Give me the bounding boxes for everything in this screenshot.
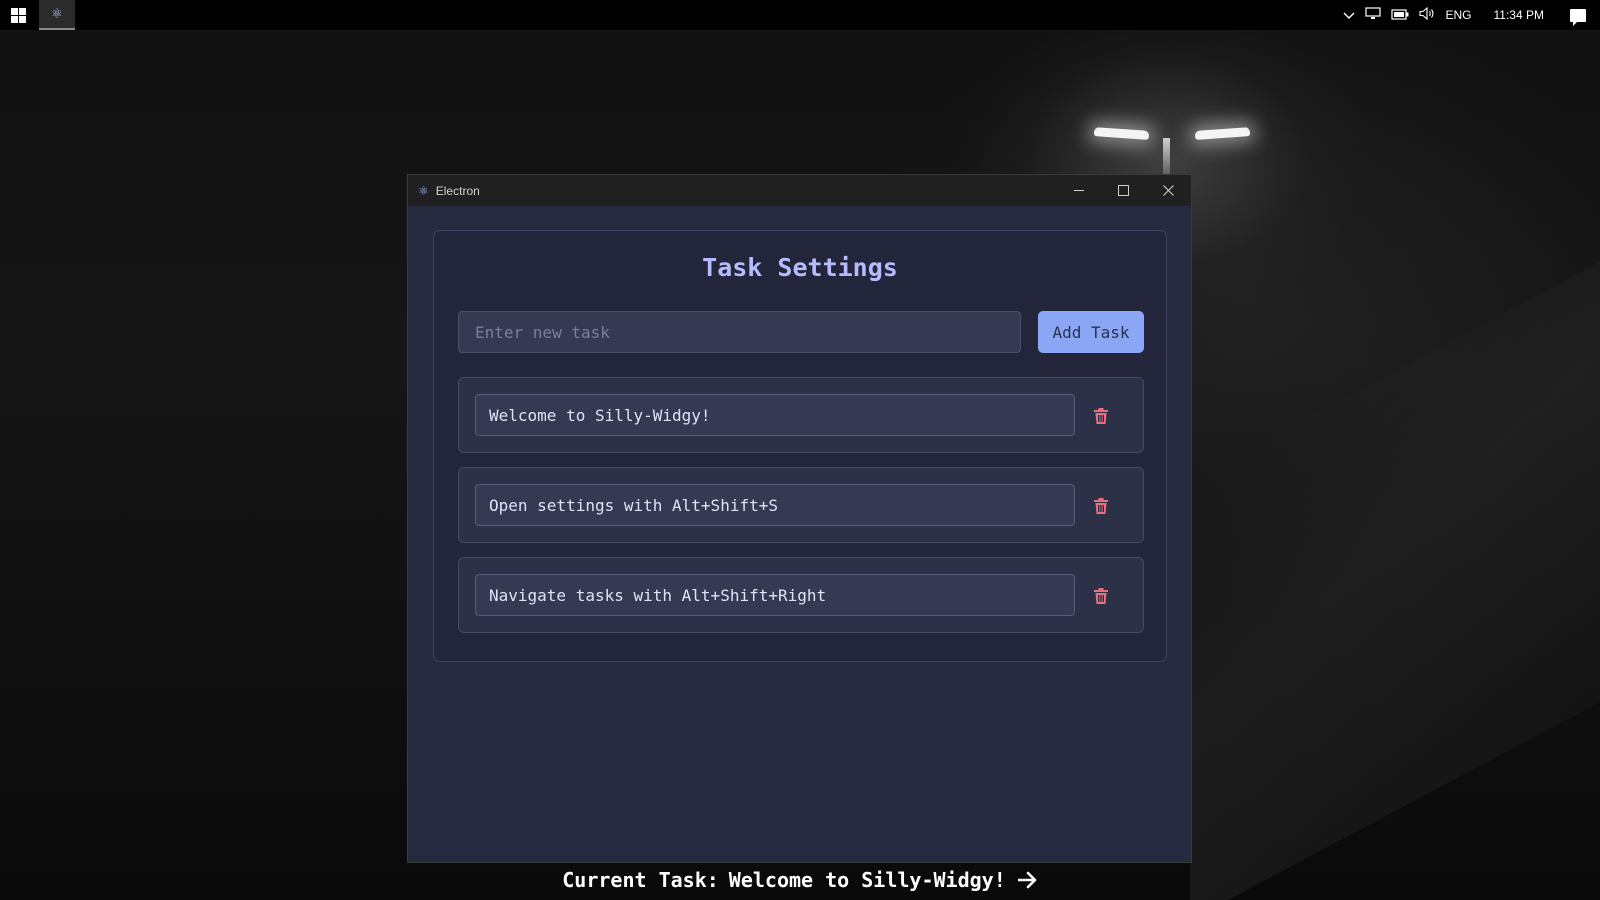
delete-task-button[interactable] bbox=[1091, 405, 1111, 427]
task-text-field[interactable] bbox=[475, 394, 1075, 436]
task-settings-panel: Task Settings Add Task bbox=[433, 230, 1167, 662]
chevron-up-icon[interactable] bbox=[1343, 8, 1355, 23]
delete-task-button[interactable] bbox=[1091, 585, 1111, 607]
window-controls bbox=[1056, 175, 1191, 206]
current-task-label: Current Task: bbox=[562, 868, 719, 892]
electron-window: ⚛ Electron Task Settings Add Task bbox=[407, 174, 1192, 863]
volume-icon[interactable] bbox=[1418, 6, 1436, 23]
next-task-arrow-icon[interactable] bbox=[1017, 871, 1038, 889]
start-button[interactable] bbox=[0, 0, 36, 30]
close-icon bbox=[1163, 185, 1174, 196]
window-titlebar[interactable]: ⚛ Electron bbox=[408, 175, 1191, 206]
desktop: ⚛ ENG 11:34 PM ⚛ Electron Task Settings … bbox=[0, 0, 1600, 900]
electron-app-icon: ⚛ bbox=[418, 183, 429, 198]
delete-task-button[interactable] bbox=[1091, 495, 1111, 517]
add-task-button[interactable]: Add Task bbox=[1038, 311, 1144, 353]
page-title: Task Settings bbox=[702, 253, 898, 282]
taskbar-electron-app[interactable]: ⚛ bbox=[39, 0, 75, 30]
taskbar: ⚛ ENG 11:34 PM bbox=[0, 0, 1600, 30]
network-icon[interactable] bbox=[1364, 7, 1381, 23]
street-lamp-left bbox=[1093, 127, 1150, 140]
task-text-field[interactable] bbox=[475, 574, 1075, 616]
window-title: Electron bbox=[435, 183, 480, 198]
trash-icon bbox=[1094, 588, 1108, 604]
new-task-input[interactable] bbox=[458, 311, 1021, 353]
task-item bbox=[458, 557, 1144, 633]
maximize-icon bbox=[1118, 185, 1129, 196]
clock[interactable]: 11:34 PM bbox=[1494, 8, 1544, 22]
current-task-bar: Current Task: Welcome to Silly-Widgy! bbox=[0, 862, 1600, 898]
language-indicator[interactable]: ENG bbox=[1446, 8, 1472, 22]
electron-app-icon: ⚛ bbox=[51, 6, 63, 22]
task-item bbox=[458, 467, 1144, 543]
notification-icon[interactable] bbox=[1570, 8, 1586, 26]
lamp-pole bbox=[1163, 138, 1170, 178]
minimize-button[interactable] bbox=[1056, 175, 1101, 206]
street-lamp-right bbox=[1194, 127, 1251, 140]
trash-icon bbox=[1094, 498, 1108, 514]
task-item bbox=[458, 377, 1144, 453]
task-text-field[interactable] bbox=[475, 484, 1075, 526]
bridge-railing bbox=[1190, 235, 1600, 900]
close-button[interactable] bbox=[1146, 175, 1191, 206]
minimize-icon bbox=[1073, 190, 1084, 191]
current-task-text: Welcome to Silly-Widgy! bbox=[728, 868, 1006, 892]
trash-icon bbox=[1094, 408, 1108, 424]
maximize-button[interactable] bbox=[1101, 175, 1146, 206]
windows-start-icon bbox=[10, 7, 26, 23]
system-tray: ENG 11:34 PM bbox=[1343, 6, 1600, 26]
battery-icon[interactable] bbox=[1390, 8, 1409, 23]
